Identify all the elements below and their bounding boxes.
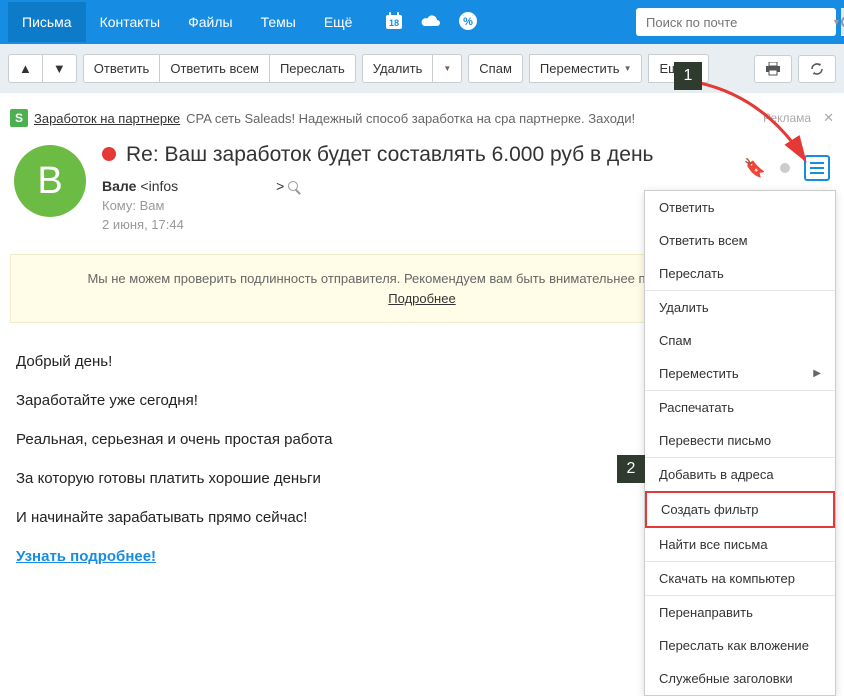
- bookmark-icon[interactable]: 🔖: [744, 158, 766, 179]
- warning-more-link[interactable]: Подробнее: [388, 291, 455, 306]
- nav-down-button[interactable]: ▼: [42, 54, 77, 83]
- print-button[interactable]: [754, 55, 792, 83]
- nav-contacts[interactable]: Контакты: [86, 2, 174, 42]
- unread-dot-icon: [102, 147, 116, 161]
- nav-mail[interactable]: Письма: [8, 2, 86, 42]
- svg-text:%: %: [464, 16, 474, 28]
- ad-link[interactable]: Заработок на партнерке: [34, 111, 180, 126]
- annotation-2: 2: [617, 455, 645, 483]
- menu-find-all[interactable]: Найти все письма: [645, 528, 835, 561]
- menu-reply[interactable]: Ответить: [645, 191, 835, 224]
- actions-dropdown: Ответить Ответить всем Переслать Удалить…: [644, 190, 836, 696]
- avatar: В: [14, 145, 86, 217]
- annotation-1: 1: [674, 62, 702, 90]
- cloud-icon[interactable]: [420, 13, 442, 32]
- search-sender-icon[interactable]: [288, 181, 298, 191]
- search-dropdown[interactable]: ▼: [832, 17, 841, 27]
- refresh-button[interactable]: [798, 55, 836, 83]
- reply-all-button[interactable]: Ответить всем: [159, 54, 270, 83]
- nav-up-button[interactable]: ▲: [8, 54, 43, 83]
- menu-print[interactable]: Распечатать: [645, 391, 835, 424]
- move-button[interactable]: Переместить ▼: [529, 54, 643, 83]
- menu-forward-attachment[interactable]: Переслать как вложение: [645, 629, 835, 662]
- svg-text:18: 18: [389, 18, 399, 28]
- menu-translate[interactable]: Перевести письмо: [645, 424, 835, 457]
- menu-add-contact[interactable]: Добавить в адреса: [645, 458, 835, 491]
- menu-create-filter[interactable]: Создать фильтр: [645, 491, 835, 528]
- ad-icon: S: [10, 109, 28, 127]
- nav-files[interactable]: Файлы: [174, 2, 246, 42]
- actions-menu-button[interactable]: [804, 155, 830, 181]
- delete-button[interactable]: Удалить: [362, 54, 434, 83]
- spam-button[interactable]: Спам: [468, 54, 523, 83]
- menu-spam[interactable]: Спам: [645, 324, 835, 357]
- forward-button[interactable]: Переслать: [269, 54, 356, 83]
- nav-themes[interactable]: Темы: [247, 2, 310, 42]
- ad-close-icon[interactable]: ✕: [823, 110, 834, 126]
- menu-reply-all[interactable]: Ответить всем: [645, 224, 835, 257]
- menu-download[interactable]: Скачать на компьютер: [645, 562, 835, 595]
- menu-redirect[interactable]: Перенаправить: [645, 596, 835, 629]
- top-navigation: Письма Контакты Файлы Темы Ещё 18 % ▼: [0, 0, 844, 44]
- search-input[interactable]: [636, 15, 832, 30]
- menu-forward[interactable]: Переслать: [645, 257, 835, 290]
- ad-banner: S Заработок на партнерке CPA сеть Salead…: [10, 105, 834, 141]
- toolbar: ▲ ▼ Ответить Ответить всем Переслать Уда…: [0, 44, 844, 93]
- ad-text: CPA сеть Saleads! Надежный способ зарабо…: [186, 111, 635, 126]
- search-box: ▼: [636, 8, 836, 36]
- read-status-icon[interactable]: [780, 163, 790, 173]
- discount-icon[interactable]: %: [458, 11, 478, 34]
- menu-move[interactable]: Переместить▶: [645, 357, 835, 390]
- menu-headers[interactable]: Служебные заголовки: [645, 662, 835, 695]
- delete-dropdown[interactable]: ▼: [432, 54, 462, 83]
- chevron-right-icon: ▶: [813, 368, 821, 379]
- calendar-icon[interactable]: 18: [384, 11, 404, 34]
- reply-button[interactable]: Ответить: [83, 54, 161, 83]
- sync-icon: [809, 62, 825, 76]
- nav-more[interactable]: Ещё: [310, 2, 367, 42]
- email-subject: Re: Ваш заработок будет составлять 6.000…: [126, 141, 654, 168]
- printer-icon: [765, 62, 781, 76]
- learn-more-link[interactable]: Узнать подробнее!: [16, 548, 156, 565]
- menu-delete[interactable]: Удалить: [645, 291, 835, 324]
- ad-label: Реклама: [763, 111, 811, 125]
